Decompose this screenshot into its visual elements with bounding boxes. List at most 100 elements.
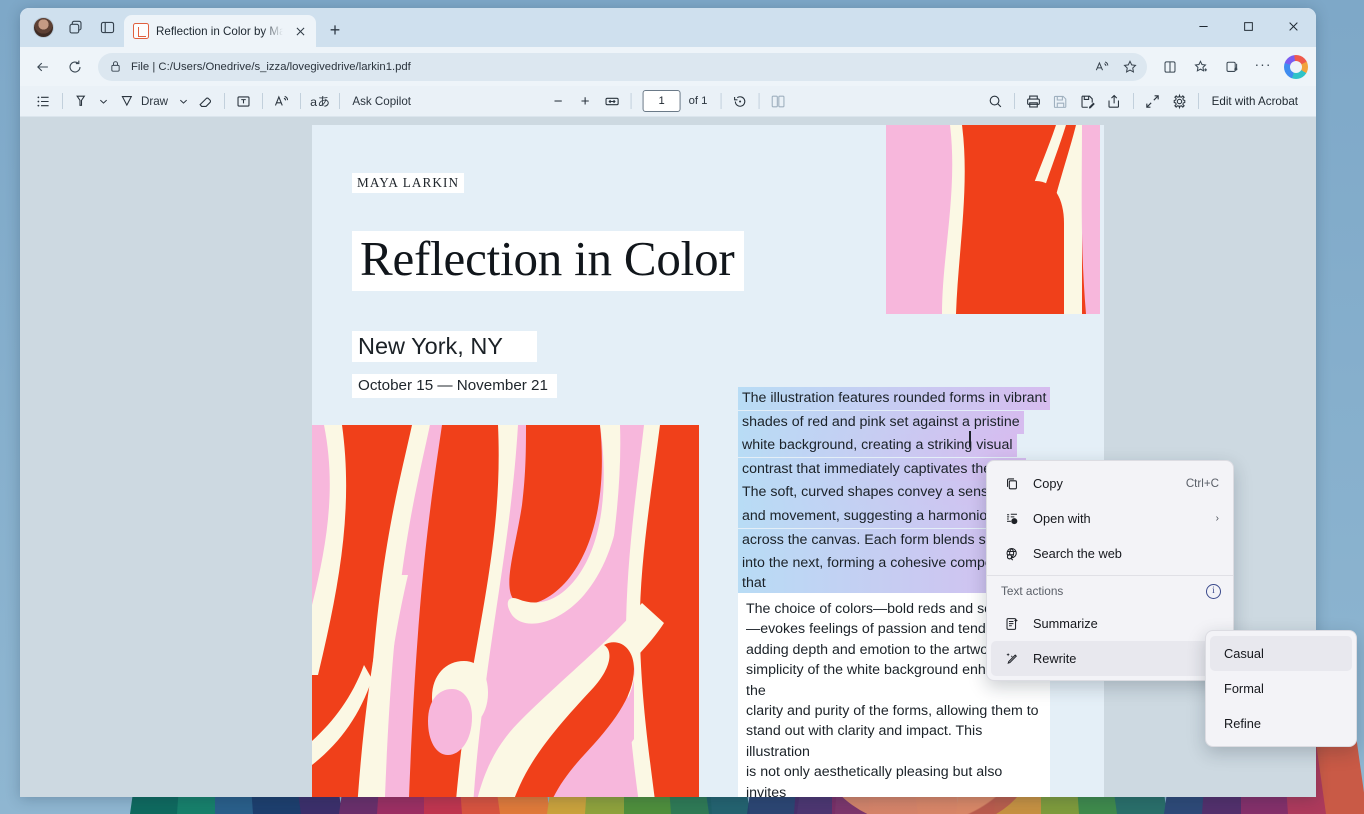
copy-icon (1003, 475, 1021, 493)
divider (1197, 93, 1199, 109)
text-caret (969, 431, 971, 447)
selected-line: The illustration features rounded forms … (738, 387, 1051, 411)
favorites-icon[interactable] (1186, 52, 1216, 82)
document-dates: October 15 — November 21 (352, 374, 557, 398)
submenu-item-formal[interactable]: Formal (1210, 671, 1352, 706)
search-icon[interactable] (982, 89, 1009, 114)
context-menu-item-copy[interactable]: Copy Ctrl+C (991, 466, 1229, 501)
pdf-toolbar: Draw aあ Ask Copilot − + 1 of 1 Edit with… (20, 86, 1316, 117)
save-icon[interactable] (1047, 89, 1074, 114)
info-icon[interactable]: i (1206, 583, 1221, 599)
divider (758, 93, 760, 109)
ask-copilot-button[interactable]: Ask Copilot (345, 89, 418, 114)
open-with-label: Open with (1033, 511, 1091, 526)
back-button[interactable] (28, 52, 58, 82)
pdf-toolbar-right: Edit with Acrobat (982, 89, 1306, 114)
ask-copilot-label: Ask Copilot (352, 94, 411, 108)
divider (224, 93, 226, 109)
body-line: stand out with clarity and impact. This … (746, 723, 983, 760)
context-menu-item-search-the-web[interactable]: Search the web (991, 536, 1229, 571)
settings-and-more-button[interactable]: ··· (1248, 52, 1278, 82)
open-with-icon (1003, 510, 1021, 528)
minimize-button[interactable] (1181, 8, 1226, 44)
pdf-file-icon (133, 23, 149, 39)
context-menu-item-summarize[interactable]: Summarize (991, 606, 1229, 641)
globe-search-icon (1003, 545, 1021, 563)
divider (720, 93, 722, 109)
translate-icon[interactable]: aあ (306, 89, 334, 114)
body-line: is not only aesthetically pleasing but a… (746, 764, 1003, 797)
text-actions-label: Text actions (1001, 584, 1064, 598)
pdf-viewer: MAYA LARKIN Reflection in Color New York… (20, 117, 1316, 797)
text-box-icon[interactable] (230, 89, 257, 114)
page-number-input[interactable]: 1 (642, 90, 681, 112)
pdf-toolbar-center: − + 1 of 1 (545, 89, 792, 114)
save-as-icon[interactable] (1074, 89, 1101, 114)
tab-strip: Reflection in Color by Maya Larkin + (124, 8, 349, 47)
context-menu-item-open-with[interactable]: Open with › (991, 501, 1229, 536)
title-bar: Reflection in Color by Maya Larkin + (20, 8, 1316, 47)
close-tab-button[interactable] (290, 21, 310, 41)
rotate-icon[interactable] (726, 89, 753, 114)
url-text: File | C:/Users/Onedrive/s_izza/lovegive… (131, 60, 411, 73)
tab-title: Reflection in Color by Maya Larkin (156, 24, 283, 38)
split-screen-icon[interactable] (1155, 52, 1185, 82)
document-title: Reflection in Color (352, 231, 744, 291)
rewrite-label: Rewrite (1033, 651, 1077, 666)
browser-window: Reflection in Color by Maya Larkin + (20, 8, 1316, 797)
fullscreen-icon[interactable] (1139, 89, 1166, 114)
split-screen-icon[interactable] (92, 13, 122, 43)
copilot-icon[interactable] (1284, 54, 1308, 79)
divider (262, 93, 264, 109)
print-icon[interactable] (1020, 89, 1047, 114)
collections-icon[interactable] (1217, 52, 1247, 82)
submenu-item-casual[interactable]: Casual (1210, 636, 1352, 671)
table-of-contents-icon[interactable] (30, 89, 57, 114)
selected-line: white background, creating a striking vi… (738, 434, 1017, 458)
tab-actions-icon[interactable] (60, 13, 90, 43)
rewrite-submenu: Casual Formal Refine (1205, 630, 1357, 747)
context-menu-item-rewrite[interactable]: Rewrite › (991, 641, 1229, 676)
window-controls (1181, 8, 1316, 44)
read-aloud-icon[interactable] (268, 89, 295, 114)
file-lock-icon (108, 59, 123, 74)
context-menu: Copy Ctrl+C Open with › Search the web T… (986, 460, 1234, 681)
refresh-button[interactable] (60, 52, 90, 82)
document-city: New York, NY (352, 331, 537, 362)
address-bar: File | C:/Users/Onedrive/s_izza/lovegive… (20, 47, 1316, 86)
fit-page-icon[interactable] (599, 89, 626, 114)
body-line: clarity and purity of the forms, allowin… (746, 703, 1039, 720)
selected-line: contrast that immediately captivates the… (738, 457, 1026, 482)
zoom-out-button[interactable]: − (545, 89, 572, 114)
new-tab-button[interactable]: + (321, 16, 349, 44)
edit-with-acrobat-button[interactable]: Edit with Acrobat (1204, 89, 1306, 114)
tab-reflection-in-color[interactable]: Reflection in Color by Maya Larkin (124, 15, 316, 47)
draw-button[interactable]: Draw (112, 89, 175, 114)
draw-chevron-down-icon[interactable] (175, 89, 192, 114)
divider (300, 93, 302, 109)
divider (339, 93, 341, 109)
read-aloud-icon[interactable] (1089, 55, 1115, 79)
share-icon[interactable] (1101, 89, 1128, 114)
avatar (32, 17, 54, 38)
divider (62, 93, 63, 109)
draw-label: Draw (141, 94, 169, 108)
star-icon[interactable] (1117, 55, 1143, 79)
erase-icon[interactable] (192, 89, 219, 114)
maximize-button[interactable] (1226, 8, 1271, 44)
highlight-icon[interactable] (68, 89, 95, 114)
address-input[interactable]: File | C:/Users/Onedrive/s_izza/lovegive… (98, 52, 1147, 81)
close-window-button[interactable] (1271, 8, 1316, 44)
page-count-label: of 1 (688, 95, 708, 107)
user-avatar-button[interactable] (28, 13, 58, 43)
text-actions-header: Text actions i (987, 576, 1233, 606)
submenu-item-refine[interactable]: Refine (1210, 706, 1352, 741)
copy-shortcut: Ctrl+C (1185, 477, 1219, 490)
page-view-icon[interactable] (764, 89, 791, 114)
settings-gear-icon[interactable] (1166, 89, 1193, 114)
highlight-chevron-down-icon[interactable] (95, 89, 112, 114)
zoom-in-button[interactable]: + (572, 89, 599, 114)
search-the-web-label: Search the web (1033, 546, 1122, 561)
toolbar-right: ··· (1155, 52, 1308, 82)
document-author: MAYA LARKIN (352, 173, 465, 193)
